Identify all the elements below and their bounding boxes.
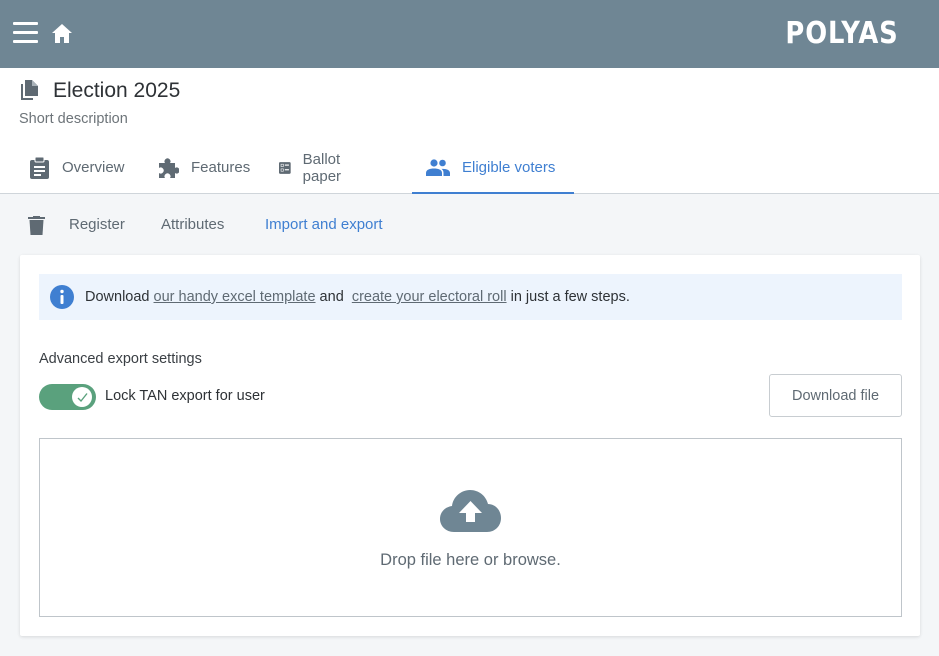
info-text-prefix: Download <box>85 289 154 305</box>
create-electoral-roll-link[interactable]: create your electoral roll <box>352 289 507 305</box>
tab-ballot-paper[interactable]: Ballot paper <box>279 142 349 193</box>
lock-tan-export-toggle[interactable] <box>39 384 96 410</box>
advanced-export-settings-label: Advanced export settings <box>39 351 202 367</box>
info-text-middle: and <box>315 289 348 305</box>
ballot-icon <box>279 161 291 174</box>
tab-label: Overview <box>62 159 125 176</box>
page-title: Election 2025 <box>53 79 181 102</box>
hamburger-menu-icon[interactable] <box>13 22 38 44</box>
import-export-card: Download our handy excel template and cr… <box>20 255 920 636</box>
home-icon[interactable] <box>51 23 73 45</box>
clipboard-icon <box>30 156 49 179</box>
document-copy-icon <box>21 80 38 100</box>
cloud-upload-icon <box>440 490 501 532</box>
toggle-knob <box>72 387 92 407</box>
tab-overview[interactable]: Overview <box>29 142 125 193</box>
file-dropzone[interactable]: Drop file here or browse. <box>39 438 902 617</box>
trash-icon[interactable] <box>28 216 45 235</box>
dropzone-text: Drop file here or browse. <box>380 551 561 569</box>
tab-features[interactable]: Features <box>157 142 250 193</box>
election-header: Election 2025 Short description Overview… <box>0 68 939 194</box>
info-banner: Download our handy excel template and cr… <box>39 274 902 320</box>
top-bar: POLYAS <box>0 0 939 68</box>
tab-label: Ballot paper <box>302 150 342 185</box>
info-icon <box>50 285 74 309</box>
excel-template-link[interactable]: our handy excel template <box>154 289 316 305</box>
page-description: Short description <box>19 111 128 127</box>
check-icon <box>77 392 88 402</box>
tab-label: Features <box>191 159 251 176</box>
subnav-attributes[interactable]: Attributes <box>161 216 224 234</box>
subnav-register[interactable]: Register <box>69 216 125 234</box>
people-icon <box>426 158 450 176</box>
tab-eligible-voters[interactable]: Eligible voters <box>412 142 574 194</box>
lock-tan-export-label: Lock TAN export for user <box>105 388 265 404</box>
subnav-import-export[interactable]: Import and export <box>265 216 383 234</box>
brand-logo[interactable]: POLYAS <box>786 16 899 52</box>
puzzle-icon <box>159 157 179 178</box>
info-text-suffix: in just a few steps. <box>506 289 630 305</box>
download-file-button[interactable]: Download file <box>769 374 902 417</box>
tab-label: Eligible voters <box>462 158 556 176</box>
